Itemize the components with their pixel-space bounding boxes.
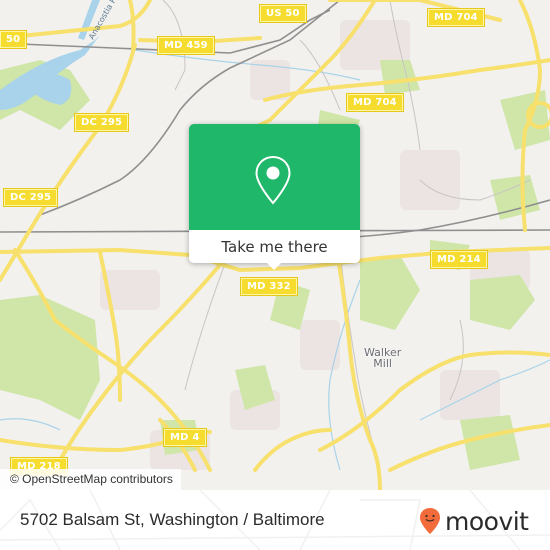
place-label-walker-mill: Walker Mill xyxy=(364,346,402,370)
map-view[interactable]: Anacostia River 50 MD 459 US 50 MD 704 M… xyxy=(0,0,550,490)
road-shield-md-214: MD 214 xyxy=(430,250,488,269)
footer-bar: 5702 Balsam St, Washington / Baltimore m… xyxy=(0,490,550,550)
moovit-pin-icon xyxy=(420,508,440,534)
take-me-there-button[interactable]: Take me there xyxy=(189,230,360,263)
road-shield-us-50: US 50 xyxy=(259,4,307,23)
popup-header xyxy=(189,124,360,230)
location-popup: Take me there xyxy=(189,124,360,270)
location-address: 5702 Balsam St, Washington / Baltimore xyxy=(20,510,325,529)
brand-name: moovit xyxy=(445,506,529,536)
road-shield-md-704-top: MD 704 xyxy=(427,8,485,27)
road-shield-dc-295-upper: DC 295 xyxy=(73,113,130,132)
road-shield-md-459: MD 459 xyxy=(157,36,215,55)
map-pin-icon xyxy=(255,155,291,205)
road-shield-dc-295-lower: DC 295 xyxy=(2,188,59,207)
road-shield-md-704: MD 704 xyxy=(346,93,404,112)
road-shield-md-4: MD 4 xyxy=(163,428,207,447)
map-attribution[interactable]: © OpenStreetMap contributors xyxy=(0,469,181,490)
road-shield-us-50-left: 50 xyxy=(0,30,28,49)
popup-pointer xyxy=(266,262,282,270)
moovit-logo[interactable]: moovit xyxy=(419,504,529,538)
road-shield-md-332: MD 332 xyxy=(240,277,298,296)
